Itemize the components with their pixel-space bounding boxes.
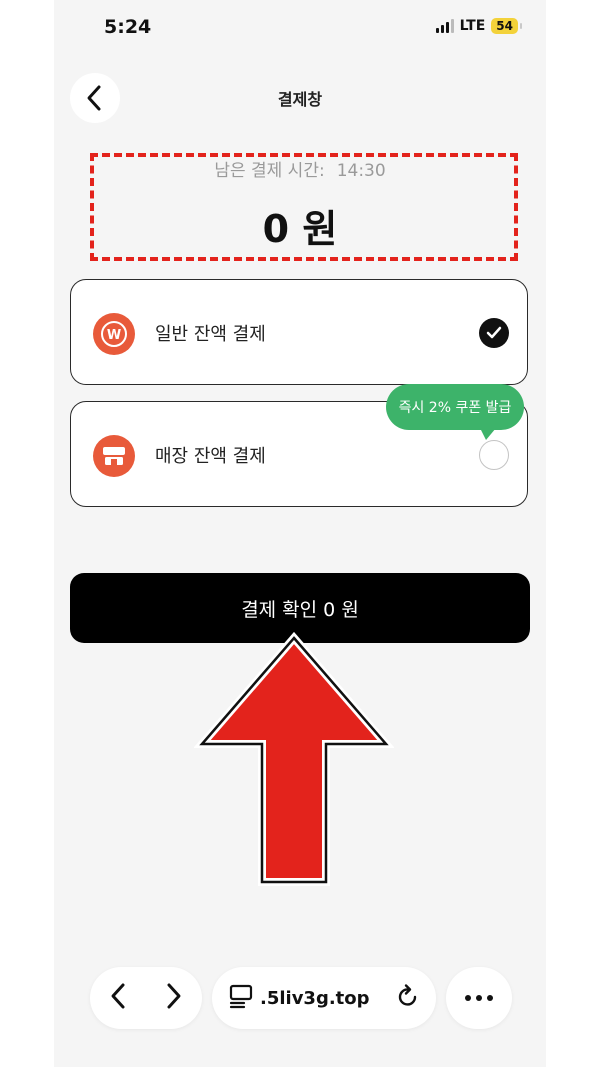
- battery-icon: 54: [491, 18, 522, 34]
- payment-amount: 0 원: [262, 207, 338, 251]
- timer-value: 14:30: [336, 161, 386, 181]
- browser-forward-icon[interactable]: [165, 982, 183, 1014]
- checkmark-icon[interactable]: [479, 318, 509, 348]
- up-arrow-annotation-icon: [194, 632, 394, 886]
- coupon-tooltip: 즉시 2% 쿠폰 발급: [386, 384, 524, 440]
- network-label: LTE: [459, 18, 486, 34]
- payment-option-general-balance[interactable]: W 일반 잔액 결제: [70, 279, 528, 385]
- store-icon: [93, 435, 135, 477]
- radio-unselected-icon[interactable]: [479, 440, 509, 470]
- option-label: 일반 잔액 결제: [155, 324, 266, 345]
- svg-text:W: W: [107, 328, 121, 343]
- reload-icon[interactable]: [396, 983, 420, 1013]
- timer-label: 남은 결제 시간:: [214, 161, 325, 181]
- address-bar[interactable]: .5liv3g.top: [212, 967, 436, 1029]
- more-dots-icon: [465, 995, 493, 1001]
- status-indicators: LTE 54: [435, 18, 522, 34]
- browser-nav-controls: [90, 967, 202, 1029]
- option-label: 매장 잔액 결제: [155, 446, 266, 467]
- phone-screen: 5:24 LTE 54 결제창 남은 결제 시간: 14:30 0 원 W 일반 …: [54, 0, 546, 1067]
- more-options-button[interactable]: [446, 967, 512, 1029]
- page-title: 결제창: [277, 90, 323, 109]
- browser-back-icon[interactable]: [109, 982, 127, 1014]
- url-text[interactable]: .5liv3g.top: [260, 988, 396, 1009]
- signal-icon: [435, 19, 454, 33]
- status-time: 5:24: [104, 16, 152, 38]
- tabs-icon[interactable]: [228, 983, 254, 1013]
- payment-timer: 남은 결제 시간: 14:30: [54, 156, 546, 181]
- w-coin-icon: W: [93, 313, 135, 355]
